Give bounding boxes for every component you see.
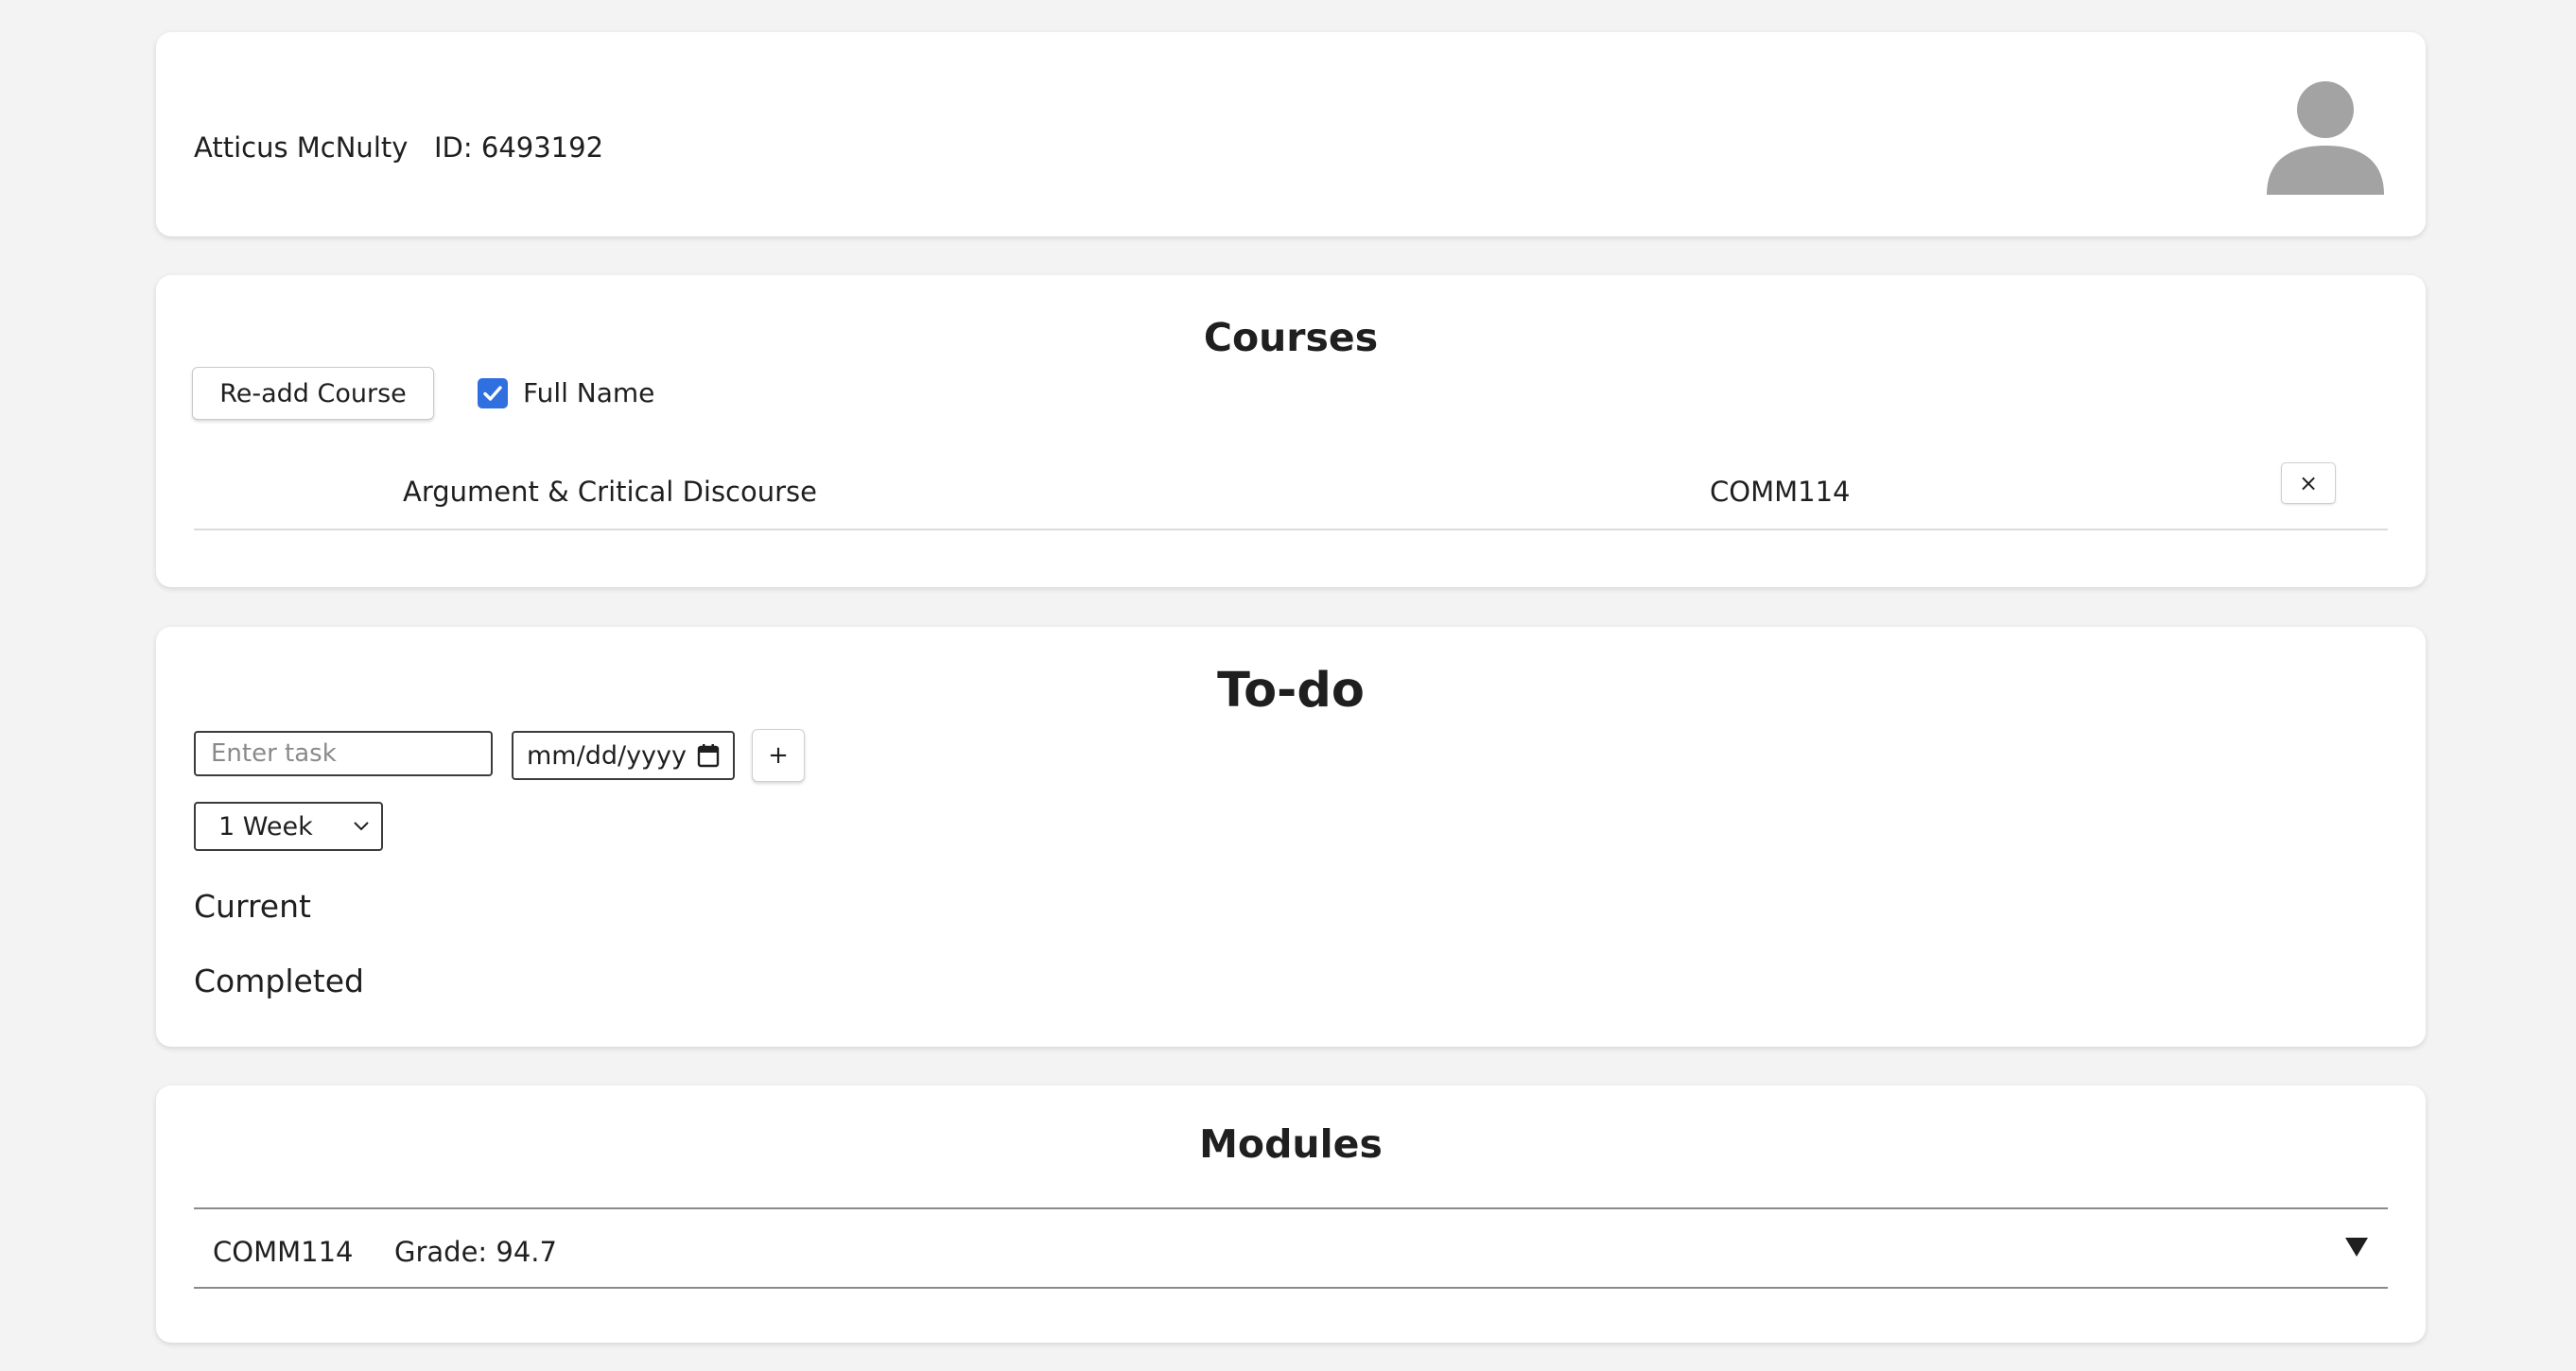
student-name: Atticus McNulty — [194, 131, 409, 164]
completed-section-label: Completed — [194, 963, 364, 999]
modules-card: Modules COMM114 Grade: 94.7 — [156, 1085, 2426, 1343]
todo-title: To-do — [1217, 663, 1365, 719]
todo-card: To-do mm/dd/yyyy + 1 Week Current Comple… — [156, 627, 2426, 1047]
add-task-button[interactable]: + — [752, 729, 805, 782]
full-name-label: Full Name — [523, 377, 655, 408]
module-row[interactable]: COMM114 Grade: 94.7 — [194, 1207, 2388, 1289]
courses-card: Courses Re-add Course Full Name Argument… — [156, 275, 2426, 587]
full-name-toggle[interactable]: Full Name — [478, 377, 654, 408]
task-input[interactable] — [194, 731, 493, 776]
course-name: Argument & Critical Discourse — [402, 476, 818, 508]
courses-title: Courses — [1203, 315, 1379, 360]
time-range-select[interactable]: 1 Week — [194, 802, 383, 851]
module-grade: Grade: 94.7 — [394, 1236, 557, 1268]
readd-course-button[interactable]: Re-add Course — [192, 367, 434, 420]
checkmark-icon — [483, 385, 502, 401]
time-range-value: 1 Week — [218, 811, 313, 842]
remove-course-button[interactable]: × — [2281, 462, 2336, 504]
course-row: Argument & Critical Discourse COMM114 × — [194, 455, 2388, 530]
date-placeholder: mm/dd/yyyy — [527, 740, 687, 771]
full-name-checkbox[interactable] — [478, 377, 508, 408]
profile-card: Atticus McNulty ID: 6493192 — [156, 32, 2426, 236]
course-code: COMM114 — [1710, 476, 1851, 508]
user-silhouette-icon — [2267, 81, 2384, 195]
current-section-label: Current — [194, 888, 311, 925]
chevron-down-icon — [354, 822, 369, 831]
student-id: ID: 6493192 — [434, 131, 604, 164]
modules-title: Modules — [1199, 1121, 1383, 1167]
module-course-code: COMM114 — [213, 1236, 354, 1268]
triangle-down-icon[interactable] — [2344, 1236, 2369, 1258]
calendar-icon[interactable] — [697, 743, 720, 768]
due-date-input[interactable]: mm/dd/yyyy — [512, 731, 735, 780]
